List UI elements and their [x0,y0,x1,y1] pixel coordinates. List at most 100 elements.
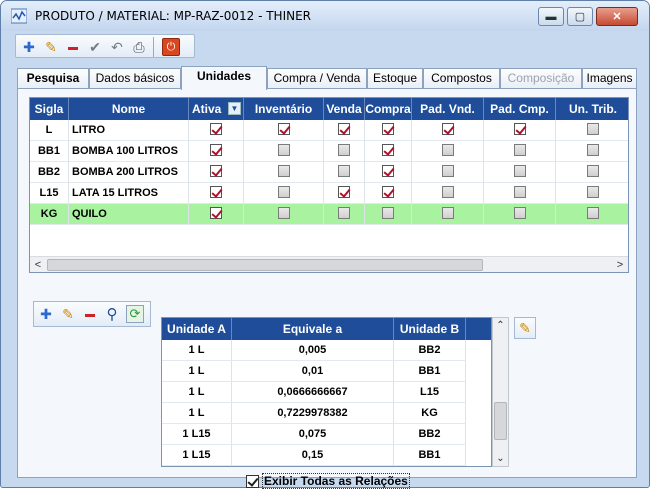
column-header-unidade-b[interactable]: Unidade B [394,318,466,340]
cell-nome[interactable]: LATA 15 LITROS [69,183,189,204]
checkbox-checked[interactable] [210,165,222,178]
checkbox-checked[interactable] [382,144,394,157]
checkbox-unchecked[interactable] [586,123,599,136]
minimize-button[interactable]: ▬ [538,7,564,26]
checkbox-unchecked[interactable] [338,165,350,178]
cell-nome[interactable]: LITRO [69,120,189,141]
cell-equivale-a[interactable]: 0,075 [232,424,394,445]
cell-unidade-b[interactable]: BB2 [394,340,466,361]
checkbox-unchecked[interactable] [441,207,454,220]
tab-compra-venda[interactable]: Compra / Venda [267,68,367,89]
checkbox-unchecked[interactable] [338,207,350,220]
minus-icon[interactable]: ▬ [64,38,82,56]
cell-sigla[interactable]: L15 [30,183,69,204]
scrollbar-thumb[interactable] [494,402,507,440]
table-row[interactable]: 1 L 0,0666666667 L15 [162,382,491,403]
checkbox-unchecked[interactable] [586,186,599,199]
check-icon[interactable]: ✔ [86,38,104,56]
show-all-relations-checkbox[interactable]: Exibir Todas as Relações [246,473,410,489]
tab-estoque[interactable]: Estoque [367,68,423,89]
cell-unidade-b[interactable]: L15 [394,382,466,403]
cell-unidade-b[interactable]: KG [394,403,466,424]
checkbox-unchecked[interactable] [513,144,526,157]
column-header-nome[interactable]: Nome [69,98,189,120]
cell-sigla[interactable]: BB2 [30,162,69,183]
cell-equivale-a[interactable]: 0,15 [232,445,394,466]
cell-unidade-a[interactable]: 1 L15 [162,445,232,466]
cell-unidade-a[interactable]: 1 L [162,382,232,403]
cell-unidade-a[interactable]: 1 L [162,340,232,361]
refresh-icon[interactable]: ⟳ [126,305,144,323]
column-header-unidade-a[interactable]: Unidade A [162,318,232,340]
cell-nome[interactable]: QUILO [69,204,189,225]
cell-unidade-b[interactable]: BB1 [394,445,466,466]
scroll-right-icon[interactable]: > [612,257,628,272]
scrollbar-thumb[interactable] [47,259,483,271]
cell-sigla[interactable]: L [30,120,69,141]
checkbox-checked[interactable] [277,123,290,136]
cell-equivale-a[interactable]: 0,7229978382 [232,403,394,424]
checkbox-unchecked[interactable] [513,165,526,178]
table-row[interactable]: L LITRO [30,120,628,141]
edit-relation-button[interactable]: ✎ [514,317,536,339]
scroll-down-icon[interactable]: ⌄ [493,451,508,466]
checkbox-unchecked[interactable] [586,144,599,157]
cell-unidade-a[interactable]: 1 L [162,361,232,382]
checkbox-unchecked[interactable] [277,186,290,199]
checkbox-checked[interactable] [441,123,454,136]
tab-unidades[interactable]: Unidades [181,66,267,90]
cell-equivale-a[interactable]: 0,005 [232,340,394,361]
checkbox-unchecked[interactable] [441,186,454,199]
pencil-icon[interactable]: ✎ [59,305,77,323]
undo-icon[interactable]: ↶ [108,38,126,56]
cell-unidade-a[interactable]: 1 L [162,403,232,424]
checkbox-checked[interactable] [210,186,222,199]
checkbox-checked[interactable] [338,186,350,199]
table-row[interactable]: L15 LATA 15 LITROS [30,183,628,204]
maximize-button[interactable]: ▢ [567,7,593,26]
search-icon[interactable]: ⚲ [103,305,121,323]
column-header-pad-vnd[interactable]: Pad. Vnd. [412,98,484,120]
checkbox-unchecked[interactable] [586,165,599,178]
tab-compostos[interactable]: Compostos [423,68,500,89]
cell-sigla[interactable]: BB1 [30,141,69,162]
column-header-venda[interactable]: Venda [324,98,365,120]
horizontal-scrollbar[interactable]: < > [30,256,628,272]
power-icon[interactable]: ⏻ [162,38,180,56]
checkbox-unchecked[interactable] [513,186,526,199]
checkbox-unchecked[interactable] [441,165,454,178]
cell-nome[interactable]: BOMBA 200 LITROS [69,162,189,183]
table-row[interactable]: 1 L 0,01 BB1 [162,361,491,382]
checkbox-unchecked[interactable] [382,207,394,220]
scroll-up-icon[interactable]: ⌃ [493,318,508,333]
filter-dropdown-icon[interactable]: ▼ [228,102,241,115]
cell-sigla[interactable]: KG [30,204,69,225]
checkbox-checked[interactable] [210,123,222,136]
plus-icon[interactable]: ✚ [37,305,55,323]
table-row[interactable]: BB2 BOMBA 200 LITROS [30,162,628,183]
column-header-equivale-a[interactable]: Equivale a [232,318,394,340]
checkbox-checked[interactable] [382,186,394,199]
checkbox-unchecked[interactable] [277,207,290,220]
checkbox-checked[interactable] [338,123,350,136]
column-header-sigla[interactable]: Sigla [30,98,69,120]
checkbox-checked[interactable] [382,165,394,178]
pencil-icon[interactable]: ✎ [42,38,60,56]
checkbox-unchecked[interactable] [513,207,526,220]
print-icon[interactable]: ⎙ [130,38,148,56]
checkbox-unchecked[interactable] [277,144,290,157]
table-row[interactable]: BB1 BOMBA 100 LITROS [30,141,628,162]
close-button[interactable]: ✕ [596,7,638,26]
table-row[interactable]: 1 L15 0,075 BB2 [162,424,491,445]
column-header-un-trib[interactable]: Un. Trib. [556,98,628,120]
table-row[interactable]: 1 L15 0,15 BB1 [162,445,491,466]
checkbox-checked[interactable] [210,207,222,220]
column-header-ativa[interactable]: Ativa ▼ [189,98,244,120]
table-row[interactable]: KG QUILO [30,204,628,225]
checkbox-unchecked[interactable] [277,165,290,178]
checkbox-unchecked[interactable] [441,144,454,157]
cell-equivale-a[interactable]: 0,01 [232,361,394,382]
cell-nome[interactable]: BOMBA 100 LITROS [69,141,189,162]
checkbox-checked[interactable] [210,144,222,157]
checkbox-checked[interactable] [246,474,259,488]
